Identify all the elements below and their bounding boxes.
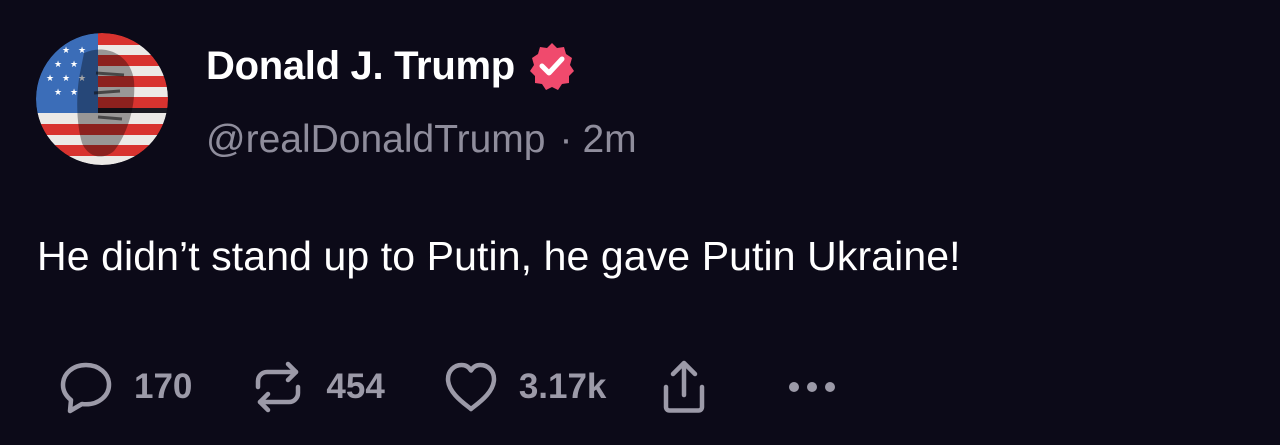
heart-icon [443,359,499,415]
avatar-image: ★ ★ ★ ★ ★ ★ ★ ★ ★ ★ [36,33,168,165]
share-icon [656,359,712,415]
repost-count: 454 [326,367,385,406]
like-button[interactable]: 3.17k [443,359,607,415]
svg-text:★: ★ [46,74,54,84]
svg-text:★: ★ [62,74,70,84]
author-handle[interactable]: @realDonaldTrump [206,114,545,166]
action-bar: 170 454 3.17k [58,357,840,417]
like-count: 3.17k [518,367,607,406]
speech-bubble-icon [58,359,114,415]
avatar[interactable]: ★ ★ ★ ★ ★ ★ ★ ★ ★ ★ [36,33,168,165]
svg-text:★: ★ [70,60,78,70]
author-display-name[interactable]: Donald J. Trump [206,40,515,92]
share-button[interactable] [656,359,712,415]
reply-button[interactable]: 170 [58,359,192,415]
post-text: He didn’t stand up to Putin, he gave Put… [37,233,961,279]
verified-badge-icon [527,41,577,91]
more-icon [784,359,840,415]
svg-text:★: ★ [70,88,78,98]
svg-text:★: ★ [54,88,62,98]
svg-text:★: ★ [54,60,62,70]
reply-count: 170 [134,367,193,406]
post-card: ★ ★ ★ ★ ★ ★ ★ ★ ★ ★ Donald J. Trump @realDonal… [0,0,1280,445]
repost-icon [250,359,306,415]
svg-text:★: ★ [62,46,70,56]
author-meta: @realDonaldTrump · 2m [206,114,637,166]
repost-button[interactable]: 454 [250,359,385,415]
meta-separator: · [559,118,573,161]
svg-text:★: ★ [46,46,54,56]
post-timestamp[interactable]: 2m [582,114,636,166]
author-row: Donald J. Trump [206,40,577,92]
more-options-button[interactable] [784,359,840,415]
